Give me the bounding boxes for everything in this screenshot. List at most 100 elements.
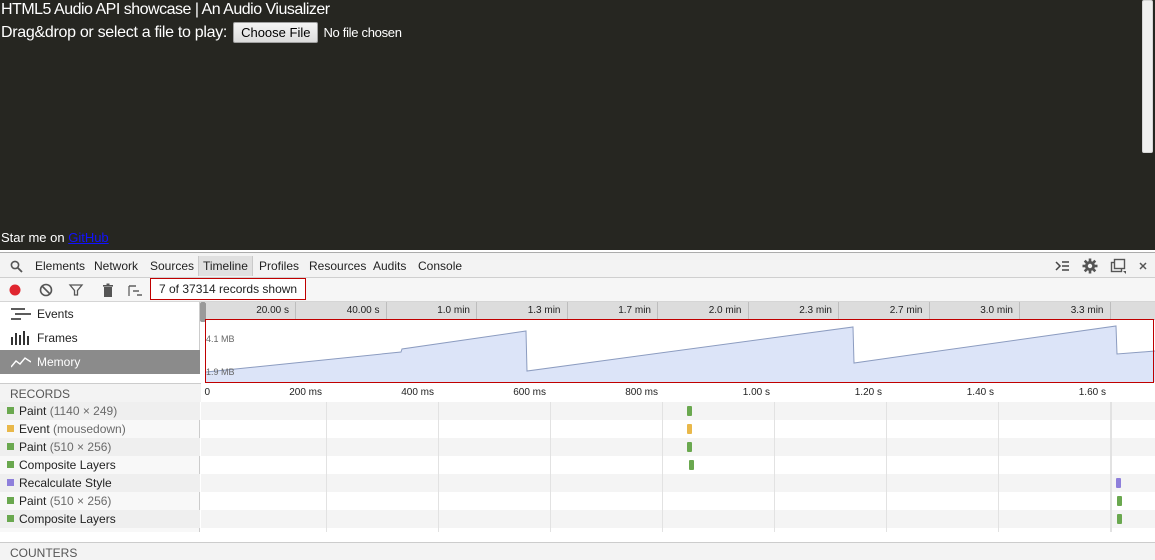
record-label: Recalculate Style (19, 474, 112, 492)
record-bar[interactable] (1116, 514, 1122, 524)
overview-tick-label: 3.3 min (1070, 305, 1104, 316)
record-bar[interactable] (1115, 478, 1121, 488)
record-bar[interactable] (1116, 496, 1122, 506)
counters-title: COUNTERS (10, 546, 78, 560)
page-scrollbar[interactable] (1142, 0, 1153, 153)
records-tick-label: 1.60 s (1078, 387, 1106, 398)
record-color-swatch (7, 425, 14, 432)
record-row[interactable]: Recalculate Style (0, 474, 200, 492)
record-detail: (mousedown) (53, 422, 126, 436)
star-row: Star me on GitHub (1, 230, 109, 245)
star-text: Star me on (1, 230, 69, 245)
tab-audits[interactable]: Audits (369, 256, 410, 276)
record-detail: (510 × 256) (49, 440, 112, 454)
memory-icon (11, 357, 31, 368)
file-row: Drag&drop or select a file to play: Choo… (1, 22, 402, 43)
tab-elements[interactable]: Elements (31, 256, 89, 276)
close-icon[interactable] (1136, 258, 1152, 274)
record-color-swatch (7, 461, 14, 468)
record-row[interactable]: Paint (510 × 256) (0, 438, 200, 456)
overview-label-frames: Frames (37, 331, 78, 345)
grid-line (550, 402, 551, 532)
devtools-toolbar: Elements Network Sources Timeline Profiles Re… (0, 252, 1155, 278)
record-bar[interactable] (689, 460, 695, 470)
record-label: Paint (510 × 256) (19, 438, 111, 456)
record-row[interactable]: Paint (1140 × 249) (0, 402, 200, 420)
record-color-swatch (7, 479, 14, 486)
grid-line (662, 402, 663, 532)
records-title: RECORDS (10, 387, 71, 401)
frames-icon (11, 331, 29, 345)
records-list: Paint (1140 × 249) Event (mousedown) Paint… (0, 402, 200, 532)
record-timeline-row (201, 420, 1155, 438)
record-detail: (510 × 256) (49, 494, 112, 508)
filter-icon[interactable] (68, 282, 84, 298)
tab-sources[interactable]: Sources (146, 256, 198, 276)
glue-records-icon[interactable] (127, 282, 143, 298)
record-name: Paint (19, 440, 47, 454)
record-color-swatch (7, 497, 14, 504)
records-timeline (201, 402, 1155, 532)
clear-icon[interactable] (38, 282, 54, 298)
record-bar[interactable] (687, 424, 693, 434)
overview-item-events[interactable]: Events (0, 302, 200, 326)
record-bar[interactable] (687, 406, 693, 416)
grid-line (326, 402, 327, 532)
record-timeline-row (201, 456, 1155, 474)
record-row[interactable]: Paint (510 × 256) (0, 492, 200, 510)
overview-item-frames[interactable]: Frames (0, 326, 200, 350)
overview-tick-line (1109, 302, 1111, 320)
record-label: Paint (1140 × 249) (19, 402, 117, 420)
search-icon[interactable] (10, 260, 23, 273)
record-label: Paint (510 × 256) (19, 492, 111, 510)
record-bar[interactable] (687, 442, 693, 452)
page-viewport: HTML5 Audio API showcase | An Audio Vius… (0, 0, 1155, 250)
timeline-toolbar: 7 of 37314 records shown (0, 278, 1155, 302)
record-row[interactable]: Composite Layers (0, 510, 200, 528)
record-color-swatch (7, 443, 14, 450)
record-timeline-row (201, 402, 1155, 420)
record-color-swatch (7, 515, 14, 522)
tab-resources[interactable]: Resources (305, 256, 370, 276)
tab-profiles[interactable]: Profiles (255, 256, 303, 276)
overview-label-events: Events (37, 307, 74, 321)
record-name: Paint (19, 404, 47, 418)
record-name: Composite Layers (19, 458, 116, 472)
record-detail: (1140 × 249) (49, 404, 118, 418)
memory-highlight-box (205, 319, 1154, 383)
records-ruler: 0 200 ms 400 ms 600 ms 800 ms 1.00 s 1.20 s 1.4… (201, 383, 1155, 402)
counters-header: COUNTERS (0, 542, 1155, 560)
overview-list: Events Frames Memory (0, 302, 200, 374)
record-label: Composite Layers (19, 456, 116, 474)
record-row[interactable]: Composite Layers (0, 456, 200, 474)
no-file-label: No file chosen (323, 25, 402, 40)
grid-line (998, 402, 999, 532)
dock-side-icon[interactable] (1110, 258, 1126, 274)
overview-label-memory: Memory (37, 355, 81, 369)
garbage-collect-icon[interactable] (100, 282, 116, 298)
drawer-toggle-icon[interactable] (1054, 258, 1070, 274)
events-icon (11, 308, 31, 320)
records-shown-count: 7 of 37314 records shown (150, 278, 307, 300)
file-prompt: Drag&drop or select a file to play: (1, 23, 228, 41)
grid-line (438, 402, 439, 532)
grid-line (774, 402, 775, 532)
gear-icon[interactable] (1082, 258, 1098, 274)
tab-network[interactable]: Network (90, 256, 142, 276)
record-timeline-row (201, 474, 1155, 492)
record-timeline-row (201, 438, 1155, 456)
record-name: Paint (19, 494, 47, 508)
tab-console[interactable]: Console (414, 256, 466, 276)
choose-file-button[interactable]: Choose File (233, 22, 319, 43)
overview-item-memory[interactable]: Memory (0, 350, 200, 374)
record-name: Composite Layers (19, 512, 116, 526)
github-link[interactable]: GitHub (68, 230, 108, 245)
record-row[interactable]: Event (mousedown) (0, 420, 200, 438)
overview-ruler: 20.00 s 40.00 s 1.0 min 1.3 min 1.7 min 2.0 m… (206, 302, 1155, 320)
record-icon[interactable] (7, 282, 23, 298)
record-label: Composite Layers (19, 510, 116, 528)
record-timeline-row (201, 510, 1155, 528)
record-label: Event (mousedown) (19, 420, 126, 438)
record-name: Event (19, 422, 50, 436)
tab-timeline[interactable]: Timeline (198, 256, 253, 276)
